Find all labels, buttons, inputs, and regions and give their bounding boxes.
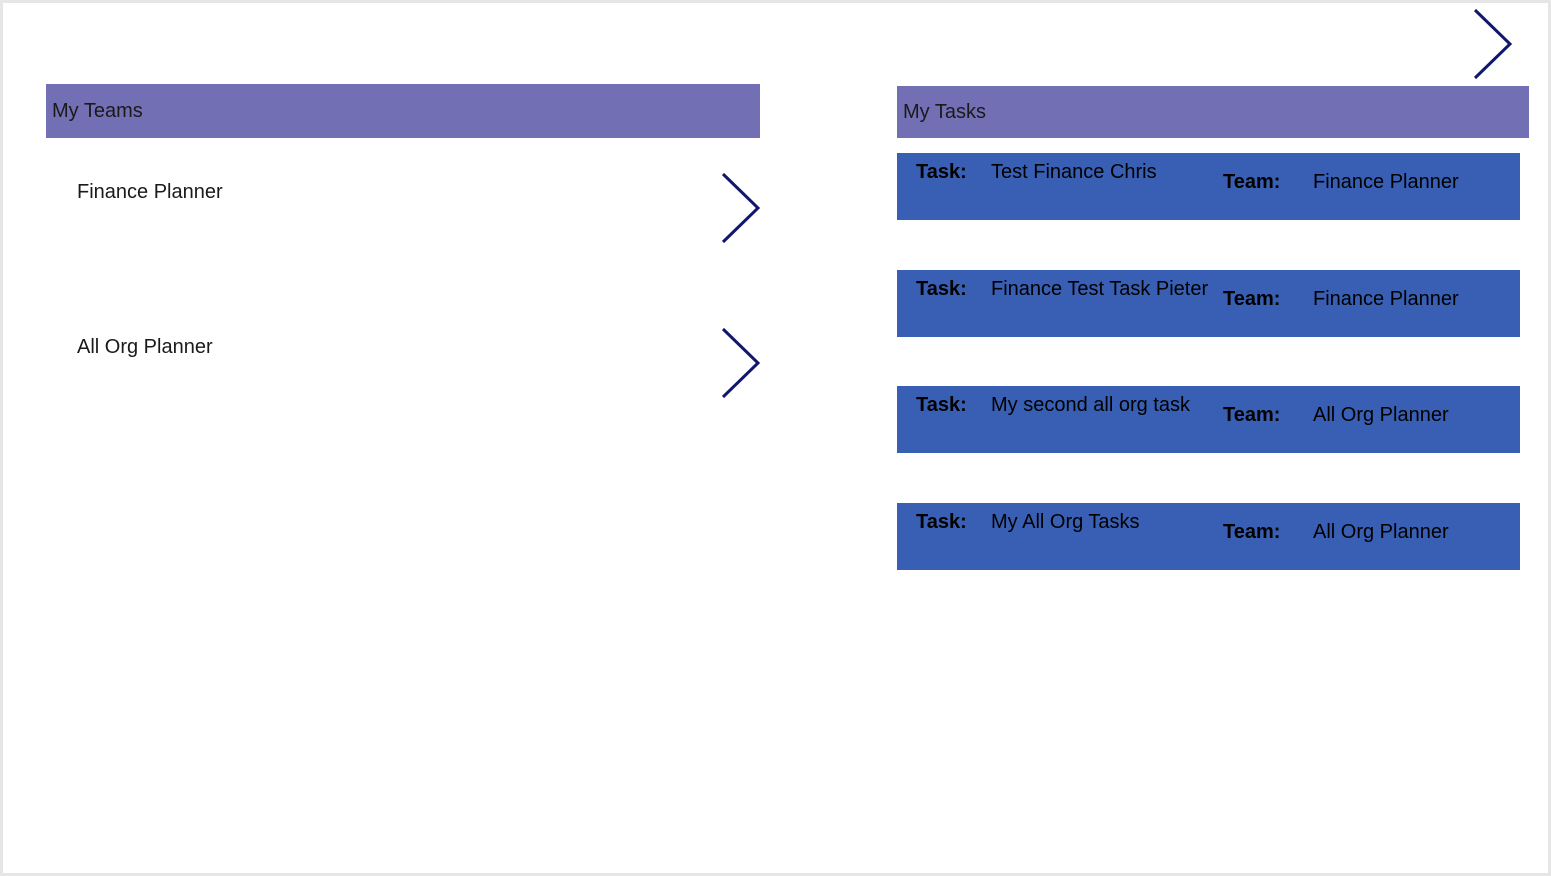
team-label: Team: <box>1223 404 1281 426</box>
task-name: My All Org Tasks <box>991 511 1140 533</box>
team-item-all-org-planner[interactable]: All Org Planner <box>46 313 761 433</box>
my-teams-header: My Teams <box>46 84 760 138</box>
task-card[interactable]: Task: My All Org Tasks Team: All Org Pla… <box>897 503 1520 570</box>
task-card[interactable]: Task: Test Finance Chris Team: Finance P… <box>897 153 1520 220</box>
team-item-finance-planner[interactable]: Finance Planner <box>46 158 761 278</box>
task-name: My second all org task <box>991 394 1190 416</box>
task-team-name: Finance Planner <box>1313 171 1459 193</box>
team-item-chevron[interactable] <box>721 172 761 244</box>
chevron-right-icon <box>721 327 761 399</box>
my-tasks-header: My Tasks <box>897 86 1529 138</box>
task-label: Task: <box>916 278 967 300</box>
task-name: Test Finance Chris <box>991 161 1157 183</box>
task-card[interactable]: Task: My second all org task Team: All O… <box>897 386 1520 453</box>
task-name: Finance Test Task Pieter <box>991 278 1209 300</box>
task-label: Task: <box>916 511 967 533</box>
team-label: Team: <box>1223 288 1281 310</box>
team-item-chevron[interactable] <box>721 327 761 399</box>
task-team-name: All Org Planner <box>1313 404 1449 426</box>
team-label: Team: <box>1223 521 1281 543</box>
task-team-name: All Org Planner <box>1313 521 1449 543</box>
my-teams-title: My Teams <box>52 99 143 122</box>
task-team-name: Finance Planner <box>1313 288 1459 310</box>
team-label: Team: <box>1223 171 1281 193</box>
task-label: Task: <box>916 161 967 183</box>
team-item-label: Finance Planner <box>77 181 223 203</box>
team-item-label: All Org Planner <box>77 336 213 358</box>
chevron-right-icon <box>721 172 761 244</box>
chevron-right-icon <box>1473 8 1513 80</box>
app-screen: My Teams Finance Planner All Org Planner… <box>3 3 1548 873</box>
my-tasks-title: My Tasks <box>903 100 986 123</box>
task-card[interactable]: Task: Finance Test Task Pieter Team: Fin… <box>897 270 1520 337</box>
next-screen-button[interactable] <box>1473 8 1513 80</box>
task-label: Task: <box>916 394 967 416</box>
